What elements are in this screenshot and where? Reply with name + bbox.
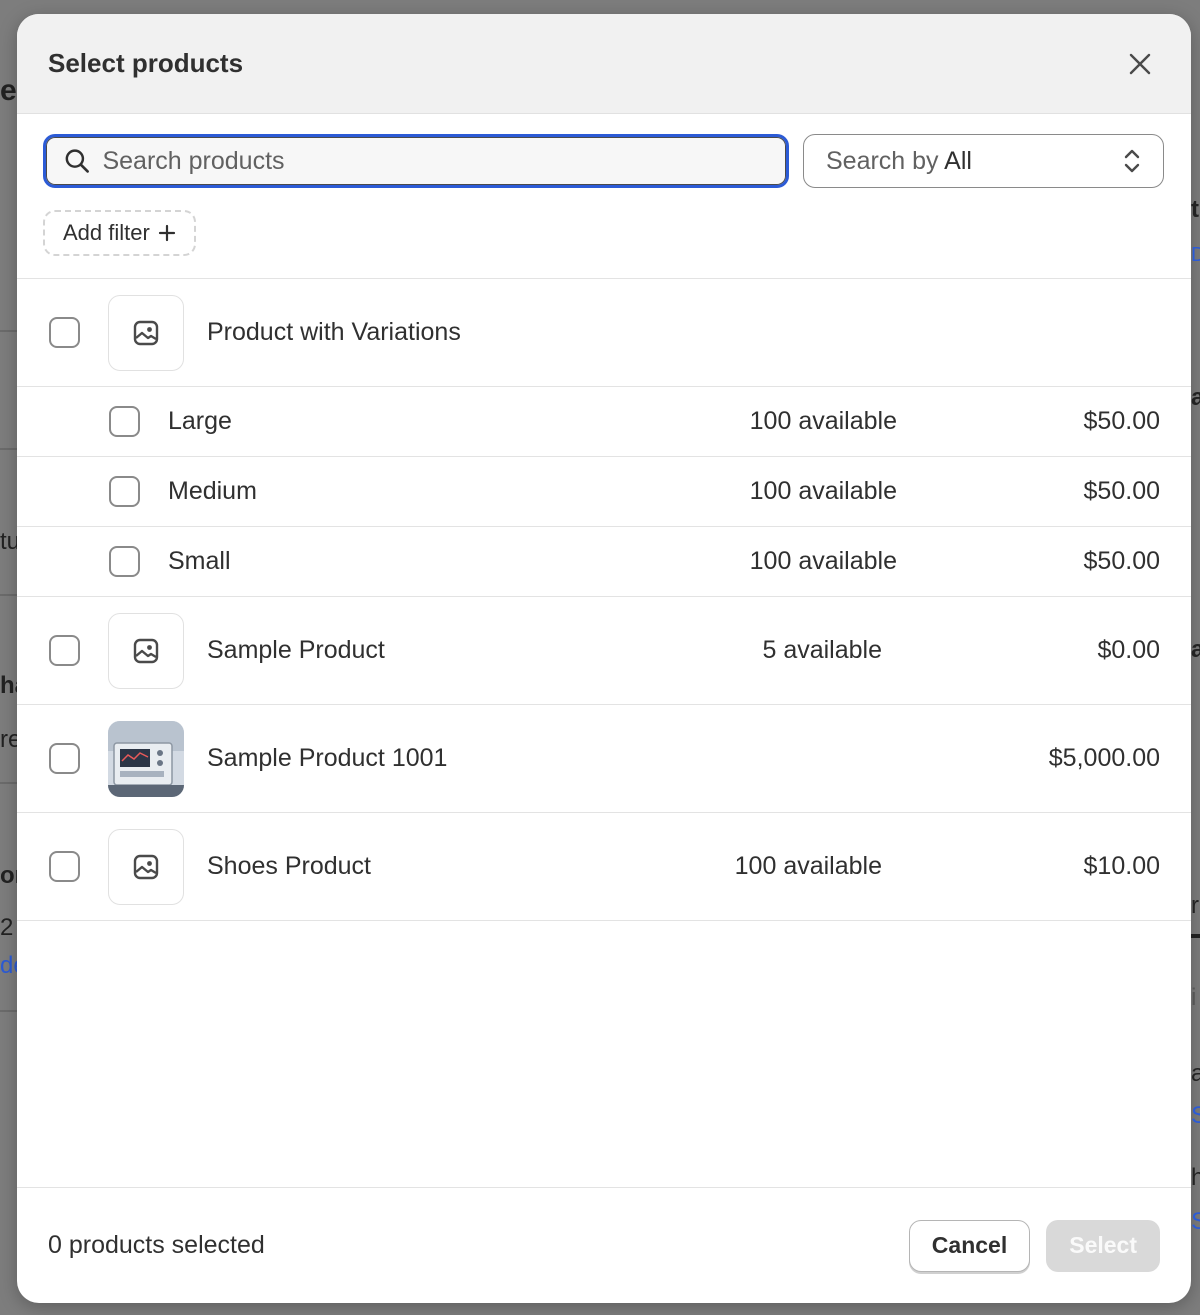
- product-thumbnail: [108, 828, 184, 905]
- variant-name: Large: [168, 407, 232, 435]
- modal-footer: 0 products selected Cancel Select: [17, 1187, 1191, 1303]
- bg-fragment: S: [1191, 1102, 1200, 1129]
- bg-divider: [0, 782, 17, 784]
- product-price: $0.00: [1097, 636, 1160, 664]
- product-name: Shoes Product: [207, 852, 371, 880]
- toolbar: Search by All Add filter: [17, 114, 1191, 256]
- variant-name: Medium: [168, 477, 257, 505]
- variant-checkbox[interactable]: [109, 406, 140, 437]
- bg-divider: [0, 448, 17, 450]
- bg-fragment: h: [1191, 1164, 1200, 1191]
- product-photo: [108, 720, 184, 797]
- image-placeholder-icon: [133, 320, 159, 345]
- bg-divider: [1191, 934, 1200, 938]
- product-checkbox[interactable]: [49, 317, 80, 348]
- close-icon: [1129, 53, 1151, 74]
- product-row[interactable]: Sample Product 5 available $0.00: [17, 597, 1191, 705]
- search-field[interactable]: [43, 134, 789, 188]
- selected-count: 0 products selected: [48, 1231, 265, 1259]
- product-checkbox[interactable]: [49, 851, 80, 882]
- variant-checkbox[interactable]: [109, 546, 140, 577]
- search-by-text: Search by All: [826, 147, 972, 176]
- bg-fragment: e: [0, 74, 17, 107]
- select-products-modal: Select products Search by All: [17, 14, 1191, 1303]
- image-placeholder-icon: [133, 638, 159, 663]
- footer-actions: Cancel Select: [908, 1219, 1160, 1272]
- product-price: $10.00: [1083, 852, 1160, 880]
- product-availability: 5 available: [762, 636, 882, 664]
- bg-divider: [0, 594, 17, 596]
- bg-fragment: a: [1191, 1060, 1200, 1087]
- product-name: Product with Variations: [207, 318, 461, 346]
- variant-row[interactable]: Small 100 available $50.00: [17, 527, 1191, 597]
- bg-divider: [0, 330, 17, 332]
- product-photo-image: [108, 720, 184, 797]
- product-name: Sample Product: [207, 636, 385, 664]
- variant-row[interactable]: Large 100 available $50.00: [17, 387, 1191, 457]
- product-price: $5,000.00: [1048, 744, 1160, 772]
- variant-availability: 100 available: [749, 477, 897, 505]
- image-placeholder-icon: [133, 854, 159, 879]
- variant-availability: 100 available: [749, 407, 897, 435]
- product-thumbnail: [108, 612, 184, 689]
- bg-fragment: S: [1191, 1208, 1200, 1235]
- variant-price: $50.00: [1083, 407, 1160, 435]
- cancel-button[interactable]: Cancel: [908, 1219, 1031, 1272]
- bg-fragment: i: [1191, 984, 1197, 1011]
- add-filter-label: Add filter: [63, 220, 150, 245]
- variant-price: $50.00: [1083, 477, 1160, 505]
- search-input[interactable]: [102, 146, 768, 176]
- modal-header: Select products: [17, 14, 1191, 114]
- bg-divider: [0, 1010, 17, 1012]
- up-down-chevron-icon: [1124, 149, 1140, 173]
- plus-icon: [158, 224, 175, 242]
- search-by-label: Search by: [826, 146, 939, 175]
- close-button[interactable]: [1120, 44, 1160, 84]
- bg-fragment: a: [1191, 636, 1200, 663]
- product-row[interactable]: Sample Product 1001 $5,000.00: [17, 705, 1191, 813]
- variant-price: $50.00: [1083, 547, 1160, 575]
- select-button[interactable]: Select: [1046, 1219, 1160, 1272]
- product-thumbnail: [108, 294, 184, 371]
- search-icon: [65, 149, 89, 173]
- product-list: Product with Variations Large 100 availa…: [17, 278, 1191, 921]
- variant-name: Small: [168, 547, 231, 575]
- variant-checkbox[interactable]: [109, 476, 140, 507]
- product-row[interactable]: Product with Variations: [17, 279, 1191, 387]
- product-checkbox[interactable]: [49, 635, 80, 666]
- search-by-value: All: [944, 146, 972, 175]
- product-name: Sample Product 1001: [207, 744, 448, 772]
- variant-row[interactable]: Medium 100 available $50.00: [17, 457, 1191, 527]
- product-row[interactable]: Shoes Product 100 available $10.00: [17, 813, 1191, 921]
- add-filter-button[interactable]: Add filter: [43, 210, 196, 256]
- modal-title: Select products: [48, 48, 244, 78]
- search-by-select[interactable]: Search by All: [803, 134, 1164, 188]
- product-checkbox[interactable]: [49, 743, 80, 774]
- product-availability: 100 available: [734, 852, 882, 880]
- bg-fragment: D: [1191, 244, 1200, 266]
- bg-fragment: t: [1191, 196, 1199, 223]
- bg-fragment: a: [1191, 384, 1200, 411]
- bg-fragment: 2: [0, 914, 14, 941]
- search-row: Search by All: [43, 134, 1165, 188]
- variant-availability: 100 available: [749, 547, 897, 575]
- bg-fragment: r: [1191, 892, 1199, 919]
